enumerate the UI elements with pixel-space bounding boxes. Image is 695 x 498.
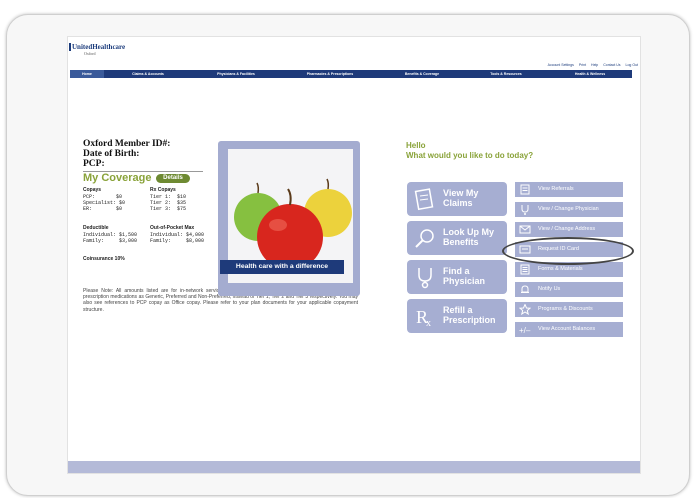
oop-title: Out-of-Pocket Max <box>150 225 195 231</box>
main-nav: Home Claims & Accounts Physicians & Faci… <box>70 70 632 78</box>
member-info: Oxford Member ID#: Date of Birth: PCP: <box>83 139 170 169</box>
view-change-physician-label: View / Change Physician <box>538 206 599 212</box>
nav-claims[interactable]: Claims & Accounts <box>104 70 192 78</box>
nav-home[interactable]: Home <box>70 70 104 78</box>
nav-physicians[interactable]: Physicians & Facilities <box>192 70 280 78</box>
view-change-physician-button[interactable]: View / Change Physician <box>515 202 623 217</box>
dob-label: Date of Birth: <box>83 149 140 159</box>
look-up-benefits-label: Look Up My Benefits <box>443 227 494 247</box>
star-icon <box>519 304 531 315</box>
refill-prescription-label: Refill a Prescription <box>443 305 496 325</box>
browser-screen: UnitedHealthcare Oxford Account Settings… <box>67 36 641 474</box>
pcp-label: PCP: <box>83 159 105 169</box>
member-id-label: Oxford Member ID#: <box>83 139 171 149</box>
find-physician-label: Find a Physician <box>443 266 486 286</box>
view-change-address-label: View / Change Address <box>538 226 596 232</box>
coinsurance: Coinsurance 10% <box>83 256 125 262</box>
programs-discounts-button[interactable]: Programs & Discounts <box>515 302 623 317</box>
question-text: What would you like to do today? <box>406 151 534 160</box>
hello-text: Hello <box>406 141 426 150</box>
link-account-settings[interactable]: Account Settings <box>548 63 574 67</box>
brand-logo[interactable]: UnitedHealthcare Oxford <box>69 43 126 56</box>
page-footer-bar <box>68 461 640 473</box>
copays-values: PCP: $0 Specialist: $0 ER: $0 <box>83 194 126 212</box>
view-referrals-button[interactable]: View Referrals <box>515 182 623 197</box>
refill-prescription-button[interactable]: Rx Refill a Prescription <box>407 299 507 333</box>
deductible-title: Deductible <box>83 225 109 231</box>
bell-icon <box>521 285 529 293</box>
rx-copays-values: Tier 1: $10 Tier 2: $35 Tier 3: $75 <box>150 194 187 212</box>
coverage-title: My Coverage <box>83 172 152 184</box>
magnifier-icon <box>415 229 434 248</box>
notify-us-button[interactable]: Notify Us <box>515 282 623 297</box>
utility-links: Account Settings Print Help Contact Us L… <box>544 63 638 67</box>
copays-title: Copays <box>83 187 102 193</box>
view-change-address-button[interactable]: View / Change Address <box>515 222 623 237</box>
highlight-oval <box>502 237 634 265</box>
stethoscope-icon <box>418 268 432 289</box>
view-referrals-label: View Referrals <box>538 186 574 192</box>
logo-mark-icon <box>69 43 71 51</box>
programs-discounts-label: Programs & Discounts <box>538 306 593 312</box>
link-help[interactable]: Help <box>591 63 598 67</box>
details-button[interactable]: Details <box>156 174 190 183</box>
plus-minus-icon: +/– <box>519 326 531 335</box>
stethoscope-small-icon <box>521 205 529 215</box>
site-header: UnitedHealthcare Oxford Account Settings… <box>68 37 640 67</box>
view-account-balances-label: View Account Balances <box>538 326 596 332</box>
promo-banner: Health care with a difference <box>220 260 344 274</box>
notify-us-label: Notify Us <box>538 286 561 292</box>
deductible-values: Individual: $1,500 Family: $3,000 <box>83 232 138 244</box>
rx-copays-title: Rx Copays <box>150 187 176 193</box>
brand-sub: Oxford <box>84 51 96 56</box>
greeting: Hello What would you like to do today? <box>406 141 533 161</box>
envelope-icon <box>519 225 531 234</box>
svg-text:x: x <box>426 318 431 328</box>
view-account-balances-button[interactable]: +/– View Account Balances <box>515 322 623 337</box>
link-print[interactable]: Print <box>579 63 586 67</box>
nav-pharmacies[interactable]: Pharmacies & Prescriptions <box>280 70 380 78</box>
nav-tools[interactable]: Tools & Resources <box>464 70 548 78</box>
view-claims-button[interactable]: View My Claims <box>407 182 507 216</box>
document-icon <box>520 184 530 195</box>
find-physician-button[interactable]: Find a Physician <box>407 260 507 294</box>
brand-name: UnitedHealthcare <box>72 43 126 51</box>
rx-icon: Rx <box>416 307 431 328</box>
oop-values: Individual: $4,000 Family: $8,000 <box>150 232 205 244</box>
look-up-benefits-button[interactable]: Look Up My Benefits <box>407 221 507 255</box>
claims-icon <box>414 188 434 211</box>
view-claims-label: View My Claims <box>443 188 479 208</box>
link-contact-us[interactable]: Contact Us <box>603 63 620 67</box>
link-log-out[interactable]: Log Out <box>626 63 638 67</box>
forms-icon <box>520 264 530 275</box>
nav-health[interactable]: Health & Wellness <box>548 70 632 78</box>
nav-benefits[interactable]: Benefits & Coverage <box>380 70 464 78</box>
svg-text:+/–: +/– <box>519 326 531 335</box>
